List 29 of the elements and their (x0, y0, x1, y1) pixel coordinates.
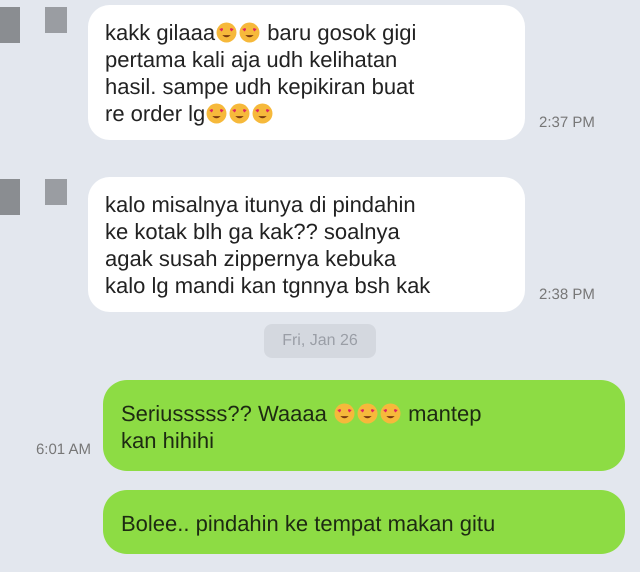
message-text: ke kotak blh ga kak?? soalnya (105, 219, 400, 244)
heart-eyes-emoji-icon (334, 403, 355, 424)
message-time: 2:37 PM (539, 112, 595, 132)
message-text: kalo misalnya itunya di pindahin (105, 192, 416, 217)
message-text: Seriusssss?? Waaaa (121, 401, 328, 426)
message-text: kan hihihi (121, 428, 214, 453)
avatar[interactable] (0, 7, 20, 43)
message-text: kalo lg mandi kan tgnnya bsh kak (105, 273, 430, 298)
avatar[interactable] (45, 179, 67, 205)
message-text: kakk gilaaa (105, 20, 216, 45)
message-text: mantep (407, 401, 482, 426)
message-text: baru gosok gigi (266, 20, 416, 45)
heart-eyes-emoji-icon (239, 22, 260, 43)
message-text: re order lg (105, 101, 206, 126)
message-text: hasil. sampe udh kepikiran buat (105, 74, 414, 99)
heart-eyes-emoji-icon (206, 103, 228, 124)
heart-eyes-emoji-icon (229, 103, 250, 124)
message-text: Bolee.. pindahin ke tempat makan gitu (121, 511, 496, 536)
heart-eyes-emoji-icon (380, 403, 401, 424)
message-text: agak susah zippernya kebuka (105, 246, 396, 271)
heart-eyes-emoji-icon (216, 22, 238, 43)
date-separator: Fri, Jan 26 (264, 324, 376, 358)
avatar[interactable] (0, 179, 20, 215)
heart-eyes-emoji-icon (252, 103, 274, 124)
avatar[interactable] (45, 7, 67, 33)
message-text: pertama kali aja udh kelihatan (105, 47, 398, 72)
message-time: 6:01 AM (36, 440, 91, 460)
message-time: 2:38 PM (539, 284, 595, 304)
heart-eyes-emoji-icon (356, 403, 378, 424)
